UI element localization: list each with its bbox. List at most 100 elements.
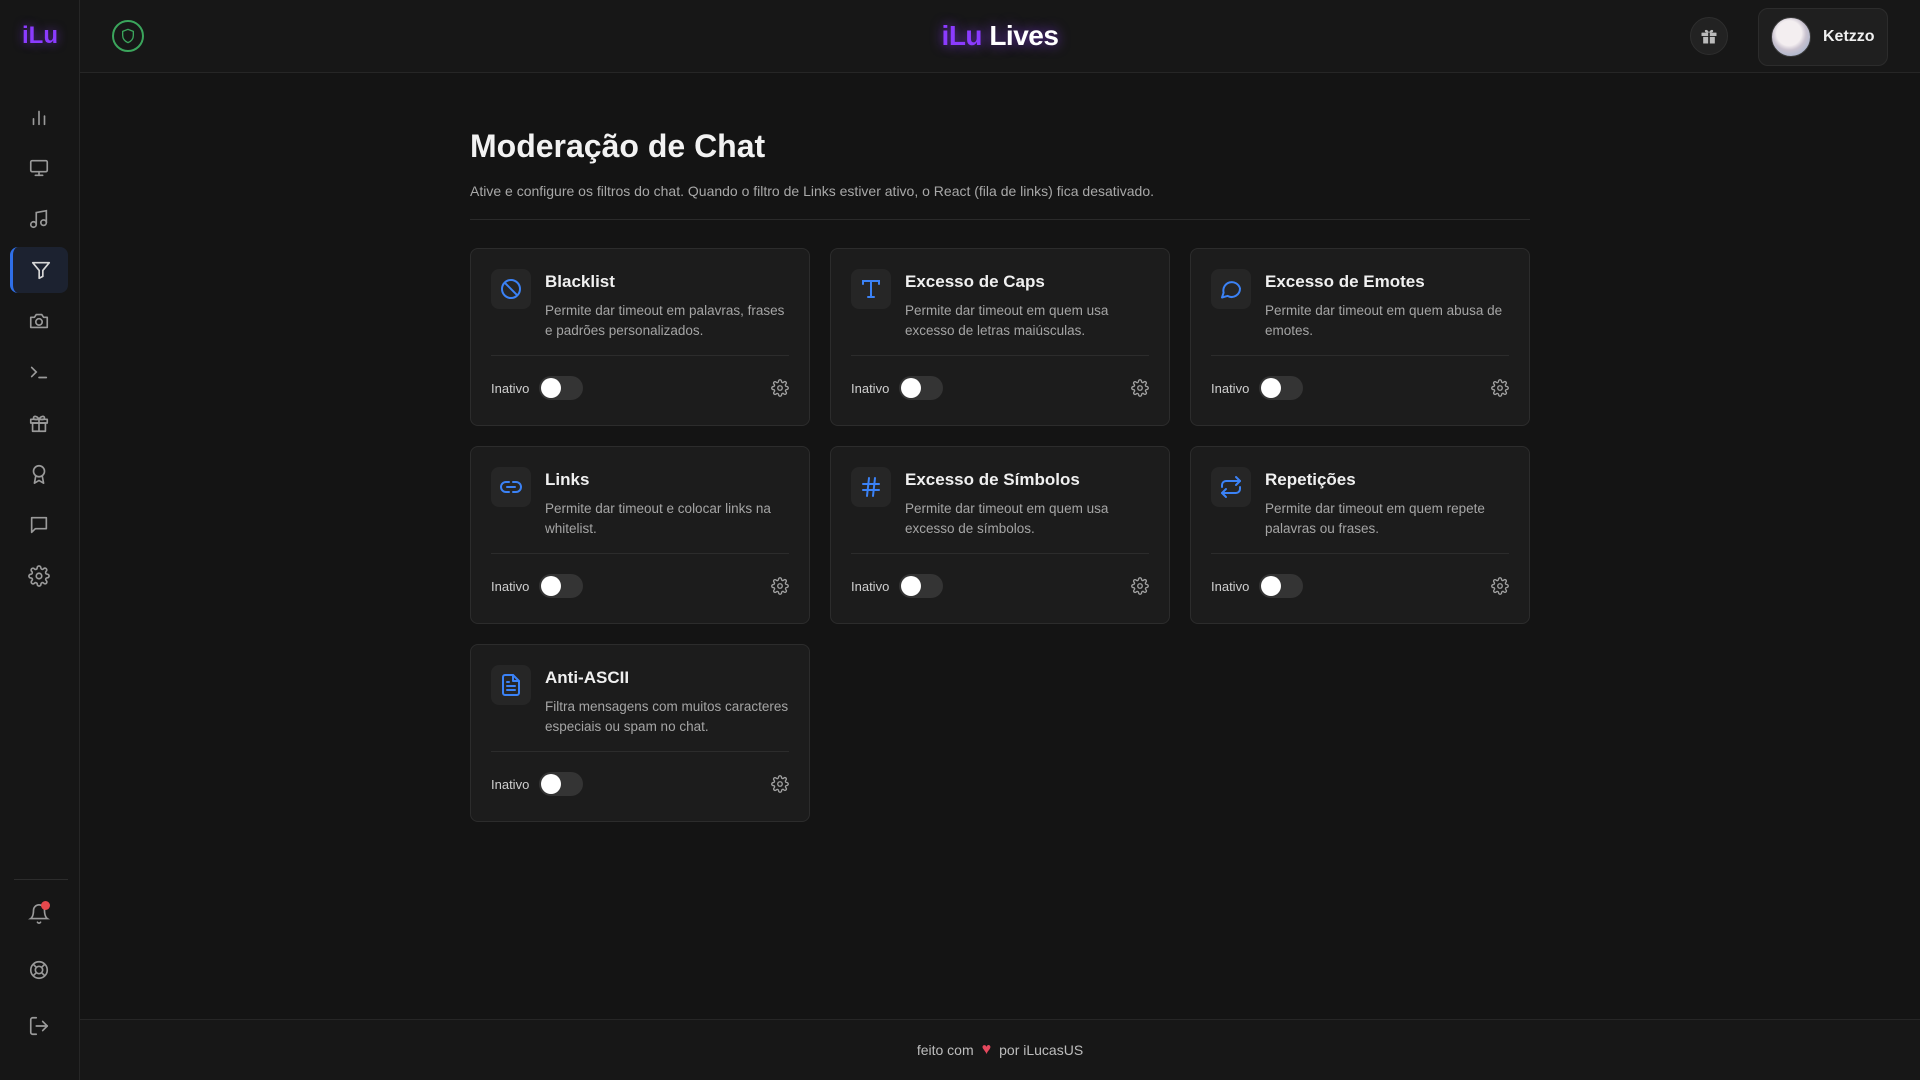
sidebar-divider [14,879,68,880]
filter-card-links: Links Permite dar timeout e colocar link… [470,446,810,624]
user-name: Ketzzo [1823,28,1875,45]
sidebar-item-camera[interactable] [10,298,68,344]
status-label: Inativo [851,380,890,396]
sidebar-item-chat[interactable] [10,502,68,548]
repeat-icon [1211,467,1251,507]
card-title: Excesso de Caps [905,272,1045,291]
card-description: Permite dar timeout em quem abusa de emo… [1265,303,1503,338]
card-description: Filtra mensagens com muitos caracteres e… [545,699,789,734]
music-note-icon [28,208,50,230]
main-content: Moderação de Chat Ative e configure os f… [470,128,1530,822]
card-title: Blacklist [545,272,615,291]
sidebar-item-logout[interactable] [10,1003,68,1049]
gear-icon[interactable] [1491,577,1509,595]
gear-icon[interactable] [1131,379,1149,397]
gear-icon[interactable] [1131,577,1149,595]
gear-icon [28,565,50,587]
sidebar-item-screen[interactable] [10,145,68,191]
filter-card-caps: Excesso de Caps Permite dar timeout em q… [830,248,1170,426]
sidebar-item-settings[interactable] [10,553,68,599]
sidebar: iLu [0,0,80,1080]
sidebar-item-help[interactable] [10,947,68,993]
sidebar-item-moderation[interactable] [10,247,68,293]
page-description: Ative e configure os filtros do chat. Qu… [470,183,1155,199]
filter-card-symbols: Excesso de Símbolos Permite dar timeout … [830,446,1170,624]
brand-part-1: iLu [941,20,983,51]
footer-text-before: feito com [916,1042,974,1058]
toggle-knob [541,774,562,794]
card-title: Repetições [1265,470,1356,489]
gift-button[interactable] [1690,17,1728,55]
filter-toggle[interactable] [539,772,584,796]
status-label: Inativo [491,578,530,594]
card-title: Excesso de Emotes [1265,272,1425,291]
status-label: Inativo [1211,380,1250,396]
gear-icon[interactable] [771,775,789,793]
filter-toggle[interactable] [899,574,944,598]
sidebar-item-notifications[interactable] [10,891,68,937]
divider [470,219,1530,220]
card-description: Permite dar timeout em quem repete palav… [1265,501,1485,536]
gear-icon[interactable] [771,577,789,595]
brand-part-2: Lives [989,20,1059,51]
toggle-knob [1261,576,1282,596]
gift-icon [1699,26,1719,46]
sidebar-item-achievements[interactable] [10,451,68,497]
status-label: Inativo [491,380,530,396]
gear-icon[interactable] [1491,379,1509,397]
status-label: Inativo [851,578,890,594]
type-icon [851,269,891,309]
filter-icon [30,259,52,281]
card-description: Permite dar timeout em palavras, frases … [545,303,785,338]
toggle-knob [901,576,922,596]
ban-icon [491,269,531,309]
filter-toggle[interactable] [1259,574,1304,598]
user-menu[interactable]: Ketzzo [1758,8,1888,66]
monitor-icon [28,157,50,179]
gear-icon[interactable] [771,379,789,397]
logout-icon [28,1015,50,1037]
filter-card-anti-ascii: Anti-ASCII Filtra mensagens com muitos c… [470,644,810,822]
toggle-knob [541,576,562,596]
terminal-icon [28,361,50,383]
link-icon [491,467,531,507]
card-description: Permite dar timeout em quem usa excesso … [905,501,1109,536]
filter-card-emotes: Excesso de Emotes Permite dar timeout em… [1190,248,1530,426]
file-text-icon [491,665,531,705]
filter-cards-grid: Blacklist Permite dar timeout em palavra… [470,248,1530,822]
sidebar-item-music[interactable] [10,196,68,242]
top-bar: iLu Lives Ketzzo [80,0,1920,73]
card-title: Links [545,470,590,489]
card-description: Permite dar timeout e colocar links na w… [545,501,771,536]
gift-icon [28,412,50,434]
status-label: Inativo [491,776,530,792]
lifebuoy-icon [28,959,50,981]
card-description: Permite dar timeout em quem usa excesso … [905,303,1109,338]
sidebar-item-rewards[interactable] [10,400,68,446]
hash-icon [851,467,891,507]
avatar [1771,17,1811,57]
filter-toggle[interactable] [1259,376,1304,400]
status-label: Inativo [1211,578,1250,594]
camera-icon [28,310,50,332]
message-square-icon [28,514,50,536]
notification-badge [41,901,50,910]
toggle-knob [541,378,562,398]
filter-card-blacklist: Blacklist Permite dar timeout em palavra… [470,248,810,426]
brand-logo[interactable]: iLu Lives [80,20,1920,52]
chat-bubble-icon [1211,269,1251,309]
sidebar-item-commands[interactable] [10,349,68,395]
filter-toggle[interactable] [899,376,944,400]
sidebar-logo[interactable]: iLu [0,22,80,50]
award-icon [28,463,50,485]
sidebar-item-stats[interactable] [10,94,68,140]
toggle-knob [1261,378,1282,398]
filter-toggle[interactable] [539,574,584,598]
card-title: Anti-ASCII [545,668,630,687]
filter-toggle[interactable] [539,376,584,400]
toggle-knob [901,378,922,398]
heart-icon: ♥ [981,1041,992,1058]
filter-card-repetitions: Repetições Permite dar timeout em quem r… [1190,446,1530,624]
card-title: Excesso de Símbolos [905,470,1080,489]
footer-text-after[interactable]: por iLucasUS [999,1042,1083,1058]
